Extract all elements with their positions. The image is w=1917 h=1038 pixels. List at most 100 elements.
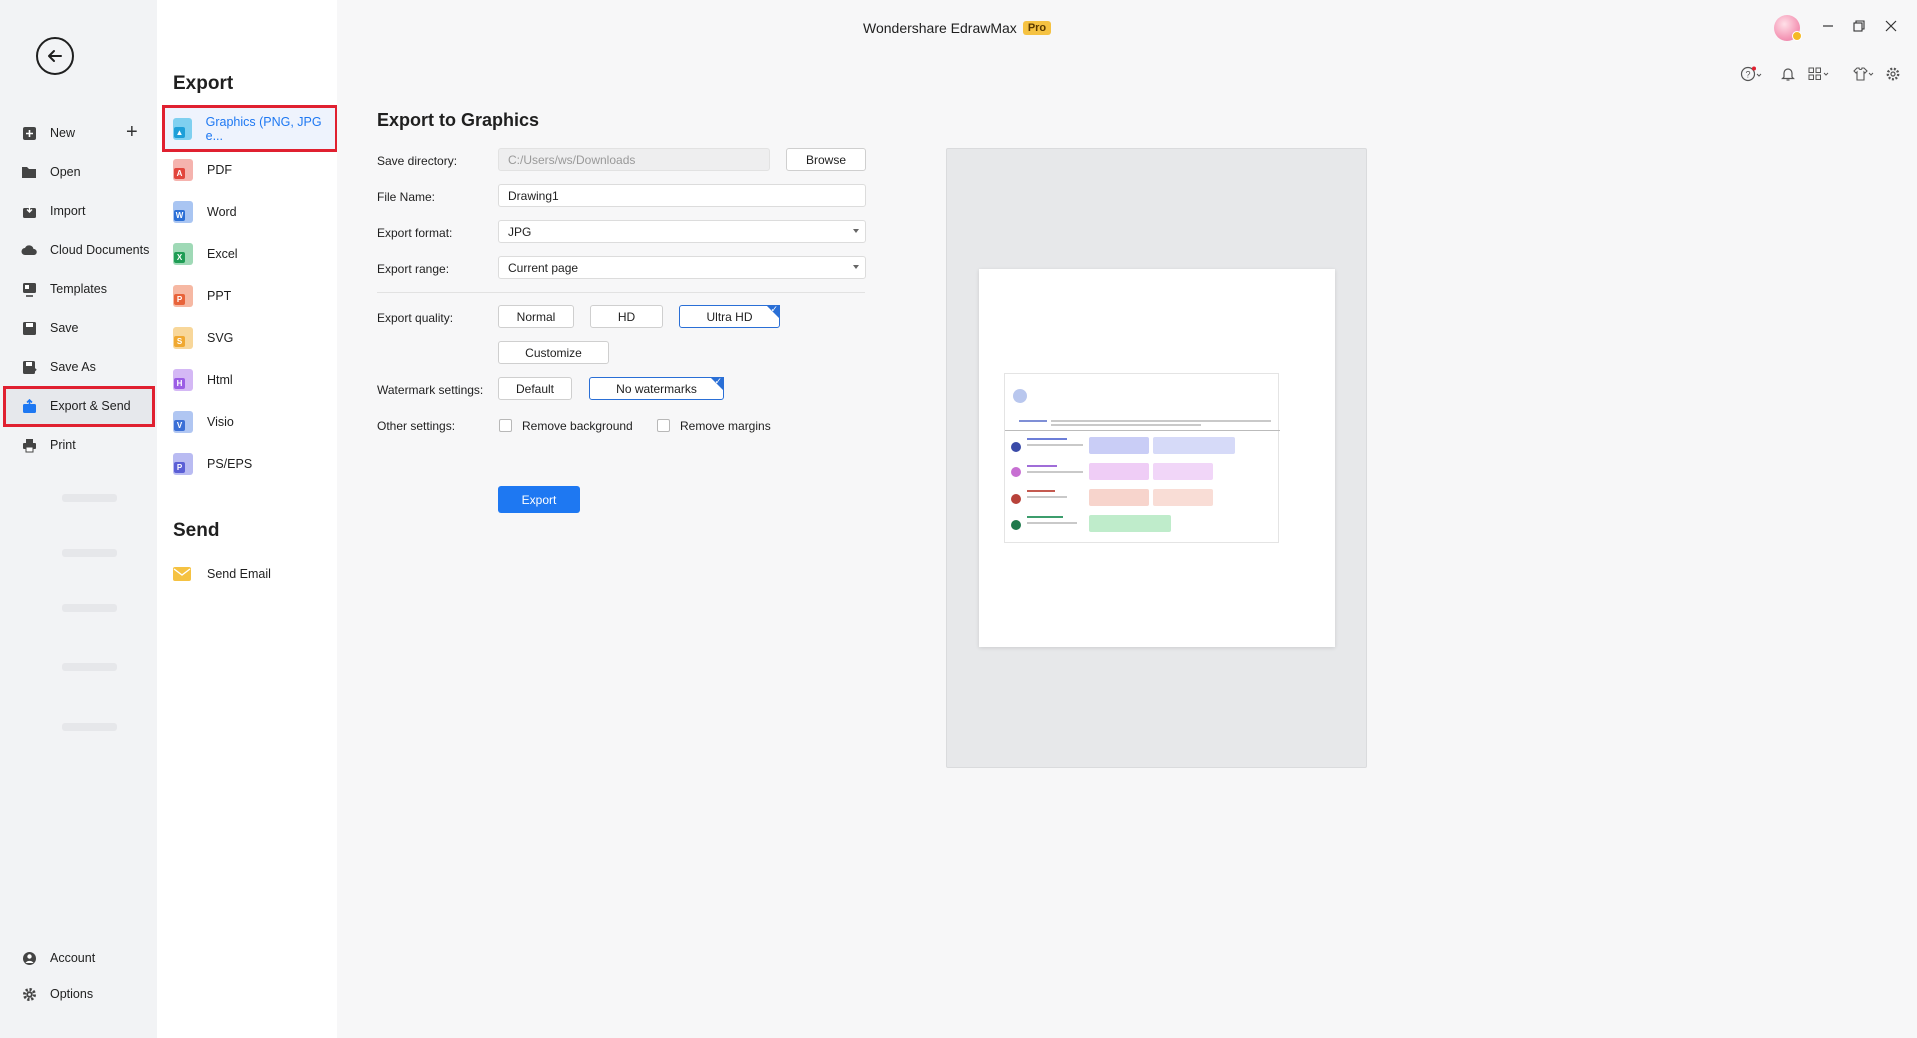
chevron-down-icon [853,229,859,233]
export-format-select[interactable]: JPG [498,220,866,243]
pdf-file-icon: A [173,159,193,181]
export-graphics[interactable]: ▲ Graphics (PNG, JPG e... [173,115,333,143]
svg-text:?: ? [1745,70,1750,80]
ppt-file-icon: P [173,285,193,307]
export-section-title: Export [173,73,234,94]
save-directory-input[interactable]: C:/Users/ws/Downloads [498,148,770,171]
file-name-value: Drawing1 [508,188,559,203]
export-format-value: JPG [508,224,532,239]
apps-grid-icon[interactable] [1808,64,1830,84]
avatar-thumb-icon [1013,389,1027,403]
thumb-box [1153,437,1235,454]
export-range-select[interactable]: Current page [498,256,866,279]
export-visio[interactable]: V Visio [173,410,333,434]
thumb-box [1089,463,1149,480]
watermark-default-button[interactable]: Default [498,377,572,400]
window-title: Wondershare EdrawMax Pro [863,20,1052,36]
nav-import[interactable]: Import [20,200,150,222]
envelope-icon [173,567,193,581]
thumb-line [1027,465,1057,467]
account-icon [20,949,38,967]
ghost-placeholder [62,494,117,502]
export-button[interactable]: Export [498,486,580,513]
export-svg-label: SVG [207,331,234,345]
other-settings-label: Other settings: [377,419,456,433]
nav-account[interactable]: Account [20,947,150,969]
html-file-icon: H [173,369,193,391]
restore-icon[interactable] [1849,16,1869,36]
thumb-line [1051,424,1201,426]
file-name-label: File Name: [377,190,436,204]
customize-button[interactable]: Customize [498,341,609,364]
thumb-box [1153,463,1213,480]
settings-gear-icon[interactable] [1882,64,1904,84]
check-icon: ✓ [714,376,722,386]
export-word-label: Word [207,205,237,219]
thumb-line [1027,490,1055,492]
thumb-line [1005,430,1280,431]
quality-normal-button[interactable]: Normal [498,305,574,328]
nav-open[interactable]: Open [20,161,150,183]
ps-eps-file-icon: P [173,453,193,475]
panel-title: Export to Graphics [377,110,540,130]
export-html[interactable]: H Html [173,368,333,392]
export-svg[interactable]: S SVG [173,326,333,350]
check-icon: ✓ [770,304,778,314]
shirt-icon[interactable] [1853,64,1875,84]
export-ps-eps[interactable]: P PS/EPS [173,452,333,476]
send-email-label: Send Email [207,567,271,581]
send-email[interactable]: Send Email [173,562,333,586]
thumb-line [1027,438,1067,440]
nav-save[interactable]: Save [20,317,150,339]
export-ppt-label: PPT [207,289,232,303]
export-graphics-label: Graphics (PNG, JPG e... [205,115,322,143]
nav-templates[interactable]: Templates [20,278,150,300]
preview-diagram-thumbnail [1004,373,1280,543]
browse-button[interactable]: Browse [786,148,866,171]
thumb-line [1027,522,1077,524]
remove-margins-checkbox[interactable] [657,419,670,432]
export-type-list [157,0,337,1038]
excel-file-icon: X [173,243,193,265]
export-ppt[interactable]: P PPT [173,284,333,308]
nav-save-label: Save [50,321,79,335]
back-button[interactable] [36,37,74,75]
nav-cloud-label: Cloud Documents [50,243,150,257]
chevron-down-icon [853,265,859,269]
word-file-icon: W [173,201,193,223]
watermark-none-button[interactable]: No watermarks ✓ [589,376,724,400]
nav-options-label: Options [50,987,94,1001]
nav-open-label: Open [50,165,81,179]
export-icon [20,397,38,415]
thumb-box [1089,515,1171,532]
graphics-file-icon: ▲ [173,118,192,140]
plus-icon[interactable]: + [126,122,138,142]
export-pdf[interactable]: A PDF [173,158,333,182]
nav-save-as[interactable]: Save As [20,356,150,378]
cloud-icon [20,241,38,259]
help-icon[interactable]: ? [1740,64,1762,84]
nav-options[interactable]: Options [20,983,150,1005]
close-icon[interactable] [1881,16,1901,36]
nav-cloud-documents[interactable]: Cloud Documents [20,239,150,261]
left-navigation: New + Open Import Cloud Documents Templa… [0,0,157,1038]
export-word[interactable]: W Word [173,200,333,224]
nav-export-send[interactable]: Export & Send [20,395,150,417]
app-title-text: Wondershare EdrawMax [863,20,1017,36]
send-section-title: Send [173,520,220,541]
file-name-input[interactable]: Drawing1 [498,184,866,207]
thumb-line [1019,420,1047,422]
watermark-none-label: No watermarks [616,381,697,396]
thumb-line [1027,471,1083,473]
import-icon [20,202,38,220]
remove-background-checkbox[interactable] [499,419,512,432]
quality-hd-button[interactable]: HD [590,305,663,328]
printer-icon [20,436,38,454]
export-quality-label: Export quality: [377,311,454,325]
nav-import-label: Import [50,204,86,218]
bell-icon[interactable] [1777,64,1799,84]
export-excel[interactable]: X Excel [173,242,333,266]
nav-print[interactable]: Print [20,434,150,456]
minimize-icon[interactable] [1818,16,1838,36]
quality-ultra-hd-button[interactable]: Ultra HD ✓ [679,304,780,328]
